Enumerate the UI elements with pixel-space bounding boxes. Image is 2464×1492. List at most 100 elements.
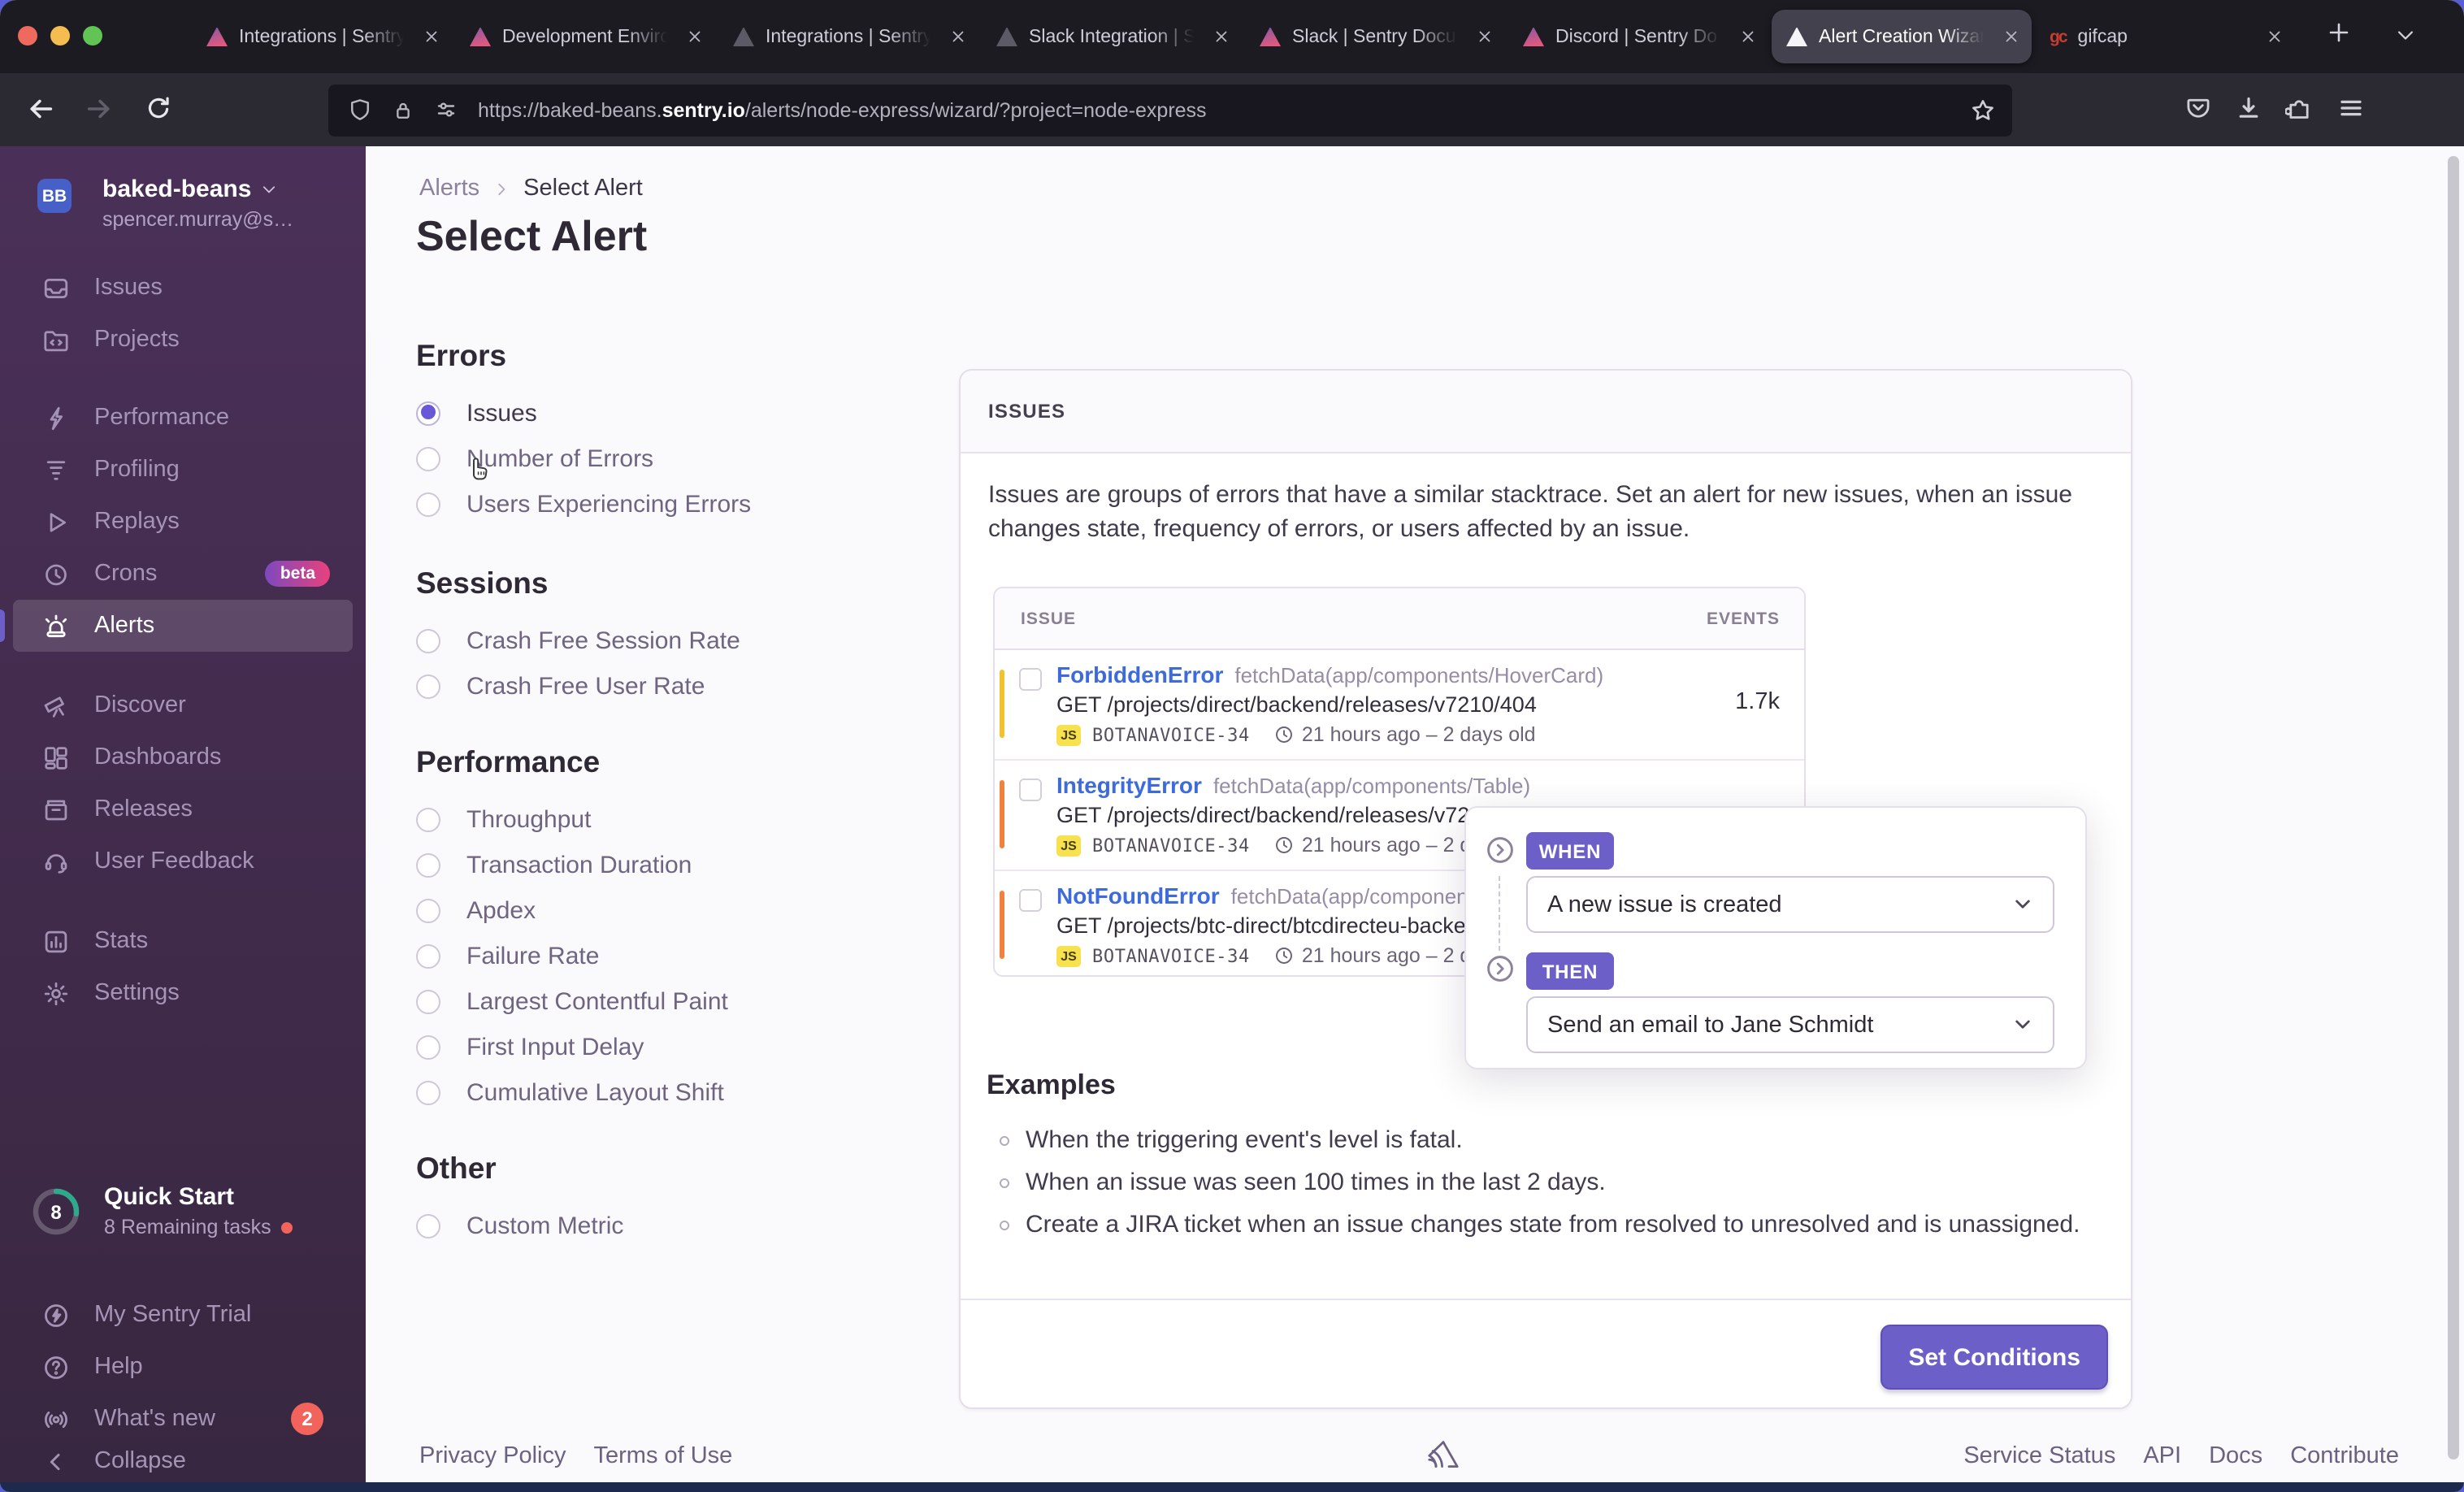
radio-option-failure-rate[interactable]: Failure Rate xyxy=(416,933,952,978)
close-icon[interactable] xyxy=(1476,28,1494,46)
back-icon[interactable] xyxy=(26,94,55,124)
pocket-icon[interactable] xyxy=(2184,94,2212,122)
radio-icon[interactable] xyxy=(416,1034,440,1059)
tab-slack-integration[interactable]: Slack Integration | S xyxy=(982,10,1242,63)
page-scrollbar[interactable] xyxy=(2448,156,2459,1459)
radio-icon[interactable] xyxy=(416,674,440,698)
radio-icon[interactable] xyxy=(416,628,440,653)
tab-gifcap[interactable]: gc gifcap xyxy=(2035,10,2295,63)
tab-slack-docs[interactable]: Slack | Sentry Docu xyxy=(1245,10,1505,63)
radio-option-crash-free-session-rate[interactable]: Crash Free Session Rate xyxy=(416,618,952,663)
sidebar-item-performance[interactable]: Performance xyxy=(0,392,366,444)
performance-lightning-icon xyxy=(41,404,70,432)
lock-icon[interactable] xyxy=(392,98,414,121)
radio-icon[interactable] xyxy=(416,446,440,471)
menu-hamburger-icon[interactable] xyxy=(2337,94,2365,122)
close-icon[interactable] xyxy=(2002,28,2020,46)
platform-js-icon: JS xyxy=(1056,724,1081,745)
radio-icon[interactable] xyxy=(416,943,440,968)
tab-alert-creation-wizard-active[interactable]: Alert Creation Wizar xyxy=(1772,10,2032,63)
radio-icon[interactable] xyxy=(416,898,440,922)
sidebar-item-projects[interactable]: Projects xyxy=(0,314,366,366)
when-condition-select[interactable]: A new issue is created xyxy=(1526,876,2054,933)
sidebar-collapse-button[interactable]: Collapse xyxy=(0,1435,366,1487)
downloads-icon[interactable] xyxy=(2235,94,2262,122)
radio-icon[interactable] xyxy=(416,852,440,877)
radio-option-transaction-duration[interactable]: Transaction Duration xyxy=(416,842,952,887)
org-switcher[interactable]: BB baked-beans spencer.murray@s… xyxy=(0,176,366,247)
sidebar-item-alerts-active[interactable]: Alerts xyxy=(13,600,353,652)
tab-discord-docs[interactable]: Discord | Sentry Do xyxy=(1508,10,1768,63)
sidebar-item-crons[interactable]: Crons beta xyxy=(0,548,366,600)
sidebar-item-my-sentry-trial[interactable]: My Sentry Trial xyxy=(0,1289,366,1341)
api-link[interactable]: API xyxy=(2143,1443,2181,1469)
sidebar-item-issues[interactable]: Issues xyxy=(0,262,366,314)
tab-bar: Integrations | Sentry Development Enviro… xyxy=(0,0,2464,73)
tab-integrations-1[interactable]: Integrations | Sentry xyxy=(192,10,452,63)
radio-option-first-input-delay[interactable]: First Input Delay xyxy=(416,1024,952,1069)
radio-selected-icon[interactable] xyxy=(416,401,440,425)
close-icon[interactable] xyxy=(423,28,440,46)
issue-link[interactable]: ForbiddenError xyxy=(1056,661,1223,687)
breadcrumb-alerts-link[interactable]: Alerts xyxy=(419,176,479,202)
radio-icon[interactable] xyxy=(416,492,440,516)
radio-option-issues[interactable]: Issues xyxy=(416,390,952,436)
url-bar[interactable]: https://baked-beans.sentry.io/alerts/nod… xyxy=(328,84,2012,136)
row-checkbox[interactable] xyxy=(1019,889,1042,912)
issue-link[interactable]: IntegrityError xyxy=(1056,772,1202,798)
bookmark-star-icon[interactable] xyxy=(1970,97,1996,123)
radio-option-apdex[interactable]: Apdex xyxy=(416,887,952,933)
quick-start-panel[interactable]: 8 Quick Start 8 Remaining tasks xyxy=(0,1180,366,1261)
row-checkbox[interactable] xyxy=(1019,668,1042,691)
terms-of-use-link[interactable]: Terms of Use xyxy=(594,1443,733,1469)
service-status-link[interactable]: Service Status xyxy=(1963,1443,2115,1469)
radio-option-crash-free-user-rate[interactable]: Crash Free User Rate xyxy=(416,663,952,709)
permissions-icon[interactable] xyxy=(434,98,458,122)
tab-development-environment[interactable]: Development Enviro xyxy=(455,10,715,63)
close-icon[interactable] xyxy=(686,28,704,46)
minimize-window-button[interactable] xyxy=(50,26,70,46)
radio-icon[interactable] xyxy=(416,807,440,831)
sidebar-item-replays[interactable]: Replays xyxy=(0,496,366,548)
tracking-protection-shield-icon[interactable] xyxy=(348,98,372,122)
issue-link[interactable]: NotFoundError xyxy=(1056,883,1220,909)
set-conditions-button[interactable]: Set Conditions xyxy=(1881,1325,2108,1390)
radio-option-number-of-errors[interactable]: Number of Errors xyxy=(416,436,952,481)
radio-option-users-experiencing-errors[interactable]: Users Experiencing Errors xyxy=(416,481,952,527)
sidebar-item-dashboards[interactable]: Dashboards xyxy=(0,731,366,783)
extensions-puzzle-icon[interactable] xyxy=(2285,94,2313,122)
then-action-select[interactable]: Send an email to Jane Schmidt xyxy=(1526,996,2054,1053)
radio-icon[interactable] xyxy=(416,1213,440,1238)
radio-option-custom-metric[interactable]: Custom Metric xyxy=(416,1203,952,1248)
radio-option-cumulative-layout-shift[interactable]: Cumulative Layout Shift xyxy=(416,1069,952,1115)
tab-list-chevron-icon[interactable] xyxy=(2394,24,2417,47)
sidebar-item-stats[interactable]: Stats xyxy=(0,915,366,967)
active-nav-indicator xyxy=(0,609,5,642)
radio-icon[interactable] xyxy=(416,989,440,1013)
radio-option-largest-contentful-paint[interactable]: Largest Contentful Paint xyxy=(416,978,952,1024)
contribute-link[interactable]: Contribute xyxy=(2290,1443,2399,1469)
zoom-window-button[interactable] xyxy=(83,26,102,46)
sidebar-item-user-feedback[interactable]: User Feedback xyxy=(0,835,366,887)
close-icon[interactable] xyxy=(949,28,967,46)
docs-link[interactable]: Docs xyxy=(2209,1443,2262,1469)
close-icon[interactable] xyxy=(2266,28,2284,46)
close-icon[interactable] xyxy=(1739,28,1757,46)
forward-icon[interactable] xyxy=(85,94,114,124)
new-tab-button[interactable] xyxy=(2326,20,2352,46)
close-icon[interactable] xyxy=(1212,28,1230,46)
sidebar-item-profiling[interactable]: Profiling xyxy=(0,444,366,496)
sidebar-item-help[interactable]: Help xyxy=(0,1341,366,1393)
radio-option-throughput[interactable]: Throughput xyxy=(416,796,952,842)
close-window-button[interactable] xyxy=(18,26,37,46)
level-indicator xyxy=(1000,891,1004,959)
tab-integrations-2[interactable]: Integrations | Sentry xyxy=(718,10,978,63)
radio-icon[interactable] xyxy=(416,1080,440,1104)
circled-chevron-right-icon xyxy=(1486,954,1515,983)
privacy-policy-link[interactable]: Privacy Policy xyxy=(419,1443,566,1469)
row-checkbox[interactable] xyxy=(1019,779,1042,801)
sidebar-item-discover[interactable]: Discover xyxy=(0,679,366,731)
sidebar-item-settings[interactable]: Settings xyxy=(0,967,366,1019)
reload-icon[interactable] xyxy=(145,94,172,122)
sidebar-item-releases[interactable]: Releases xyxy=(0,783,366,835)
